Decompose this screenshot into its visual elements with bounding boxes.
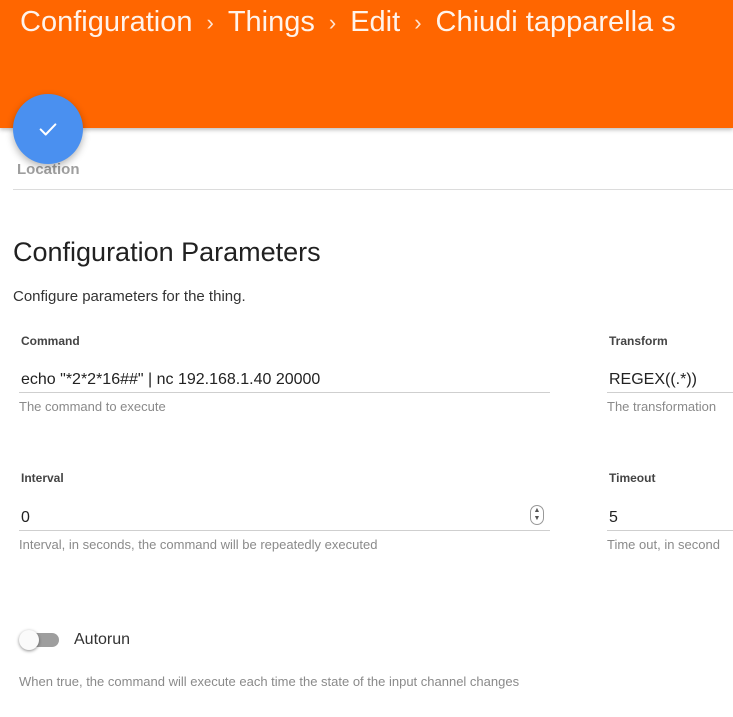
transform-input[interactable] <box>607 367 733 393</box>
timeout-label: Timeout <box>609 471 656 485</box>
section-title: Configuration Parameters <box>13 237 321 267</box>
transform-help: The transformation <box>607 399 717 414</box>
interval-help: Interval, in seconds, the command will b… <box>19 537 378 552</box>
command-help: The command to execute <box>19 399 166 414</box>
breadcrumb-separator-icon: › <box>206 9 214 35</box>
interval-input[interactable] <box>19 505 550 531</box>
breadcrumb: Configuration › Things › Edit › Chiudi t… <box>20 6 676 39</box>
breadcrumb-separator-icon: › <box>414 9 422 35</box>
breadcrumb-current-thing: Chiudi tapparella s <box>435 6 676 38</box>
breadcrumb-things[interactable]: Things <box>228 6 315 39</box>
interval-stepper[interactable]: ▲ ▼ <box>530 505 544 525</box>
timeout-input[interactable] <box>607 505 733 531</box>
breadcrumb-separator-icon: › <box>328 9 337 35</box>
breadcrumb-configuration[interactable]: Configuration <box>20 6 193 39</box>
autorun-help: When true, the command will execute each… <box>19 674 520 689</box>
interval-label: Interval <box>21 471 64 485</box>
command-input[interactable] <box>19 367 550 393</box>
autorun-toggle[interactable] <box>19 630 63 650</box>
save-button[interactable] <box>13 94 83 164</box>
app-header: Configuration › Things › Edit › Chiudi t… <box>0 0 733 128</box>
autorun-label: Autorun <box>74 631 131 648</box>
stepper-down-icon[interactable]: ▼ <box>534 515 541 523</box>
command-label: Command <box>21 334 80 348</box>
transform-label: Transform <box>609 334 668 348</box>
stepper-up-icon[interactable]: ▲ <box>534 507 541 515</box>
section-description: Configure parameters for the thing. <box>13 288 246 305</box>
breadcrumb-edit[interactable]: Edit <box>350 6 400 39</box>
timeout-help: Time out, in second <box>607 537 720 552</box>
toggle-thumb[interactable] <box>19 630 39 650</box>
location-field[interactable]: Location <box>13 130 733 190</box>
check-icon <box>39 123 57 136</box>
